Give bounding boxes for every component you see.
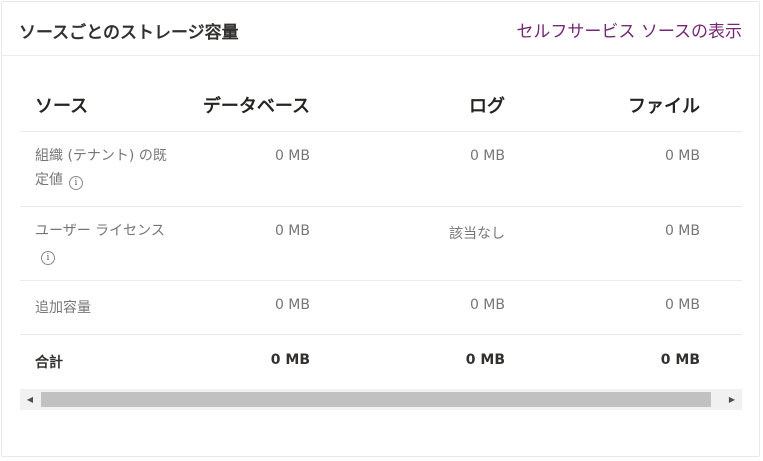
source-label: ユーザー ライセンス xyxy=(35,223,165,239)
table-row: 組織 (テナント) の既定値 i 0 MB 0 MB 0 MB xyxy=(20,132,742,207)
total-log: 0 MB xyxy=(465,352,505,368)
source-cell: 組織 (テナント) の既定値 i xyxy=(35,144,170,192)
storage-by-source-card: ソースごとのストレージ容量 セルフサービス ソースの表示 ソース データベース … xyxy=(1,1,760,457)
file-cell: 0 MB xyxy=(664,223,700,239)
source-cell: ユーザー ライセンス i xyxy=(35,219,170,267)
view-self-service-sources-link[interactable]: セルフサービス ソースの表示 xyxy=(516,17,742,42)
total-label: 合計 xyxy=(35,355,63,371)
file-cell: 0 MB xyxy=(664,297,700,313)
card-header: ソースごとのストレージ容量 セルフサービス ソースの表示 xyxy=(2,2,759,56)
log-cell: 0 MB xyxy=(469,148,505,164)
file-cell: 0 MB xyxy=(664,148,700,164)
scroll-left-icon[interactable]: ◀ xyxy=(20,389,40,410)
log-cell: 該当なし xyxy=(449,226,505,242)
column-header-file[interactable]: ファイル xyxy=(628,92,700,118)
database-cell: 0 MB xyxy=(274,223,310,239)
horizontal-scrollbar[interactable]: ◀ ▶ xyxy=(20,389,742,410)
total-database: 0 MB xyxy=(270,352,310,368)
total-file: 0 MB xyxy=(660,352,700,368)
card-title: ソースごとのストレージ容量 xyxy=(19,23,239,43)
column-header-source[interactable]: ソース xyxy=(35,92,88,118)
table-row: ユーザー ライセンス i 0 MB 該当なし 0 MB xyxy=(20,207,742,281)
scroll-thumb[interactable] xyxy=(41,392,711,407)
total-row: 合計 0 MB 0 MB 0 MB xyxy=(20,335,742,387)
table-header-row: ソース データベース ログ ファイル xyxy=(20,77,742,132)
column-header-log[interactable]: ログ xyxy=(469,92,505,118)
scroll-right-icon[interactable]: ▶ xyxy=(722,389,742,410)
database-cell: 0 MB xyxy=(274,297,310,313)
log-cell: 0 MB xyxy=(469,297,505,313)
source-cell: 追加容量 xyxy=(35,300,91,316)
table-row: 追加容量 0 MB 0 MB 0 MB xyxy=(20,281,742,335)
database-cell: 0 MB xyxy=(274,148,310,164)
info-icon[interactable]: i xyxy=(69,176,83,190)
storage-table: ソース データベース ログ ファイル 組織 (テナント) の既定値 i 0 MB … xyxy=(20,77,742,387)
info-icon[interactable]: i xyxy=(41,251,55,265)
column-header-database[interactable]: データベース xyxy=(203,92,310,118)
source-label: 組織 (テナント) の既定値 xyxy=(35,148,167,188)
